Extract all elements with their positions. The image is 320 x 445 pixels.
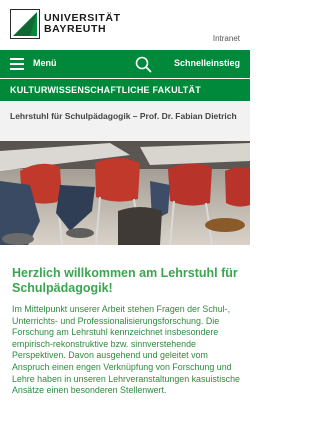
- header: UNIVERSITÄT BAYREUTH Intranet: [0, 0, 250, 50]
- logo-text: UNIVERSITÄT BAYREUTH: [44, 13, 121, 35]
- menu-button[interactable]: Menü: [33, 58, 57, 68]
- logo-mark-icon: [10, 9, 40, 39]
- classroom-photo: [0, 141, 250, 245]
- intro-text: Im Mittelpunkt unserer Arbeit stehen Fra…: [12, 304, 240, 396]
- menu-icon[interactable]: [10, 58, 24, 70]
- main-navbar: Menü Schnelleinstieg: [0, 50, 250, 78]
- intranet-link[interactable]: Intranet: [213, 34, 240, 43]
- chair-title[interactable]: Lehrstuhl für Schulpädagogik – Prof. Dr.…: [0, 102, 250, 141]
- welcome-heading: Herzlich willkommen am Lehrstuhl für Sch…: [12, 266, 238, 295]
- faculty-link[interactable]: KULTURWISSENSCHAFTLICHE FAKULTÄT: [0, 79, 250, 101]
- quick-access-button[interactable]: Schnelleinstieg: [174, 58, 240, 68]
- university-logo[interactable]: UNIVERSITÄT BAYREUTH: [10, 9, 121, 39]
- logo-line-2: BAYREUTH: [44, 23, 107, 35]
- search-icon[interactable]: [134, 55, 152, 73]
